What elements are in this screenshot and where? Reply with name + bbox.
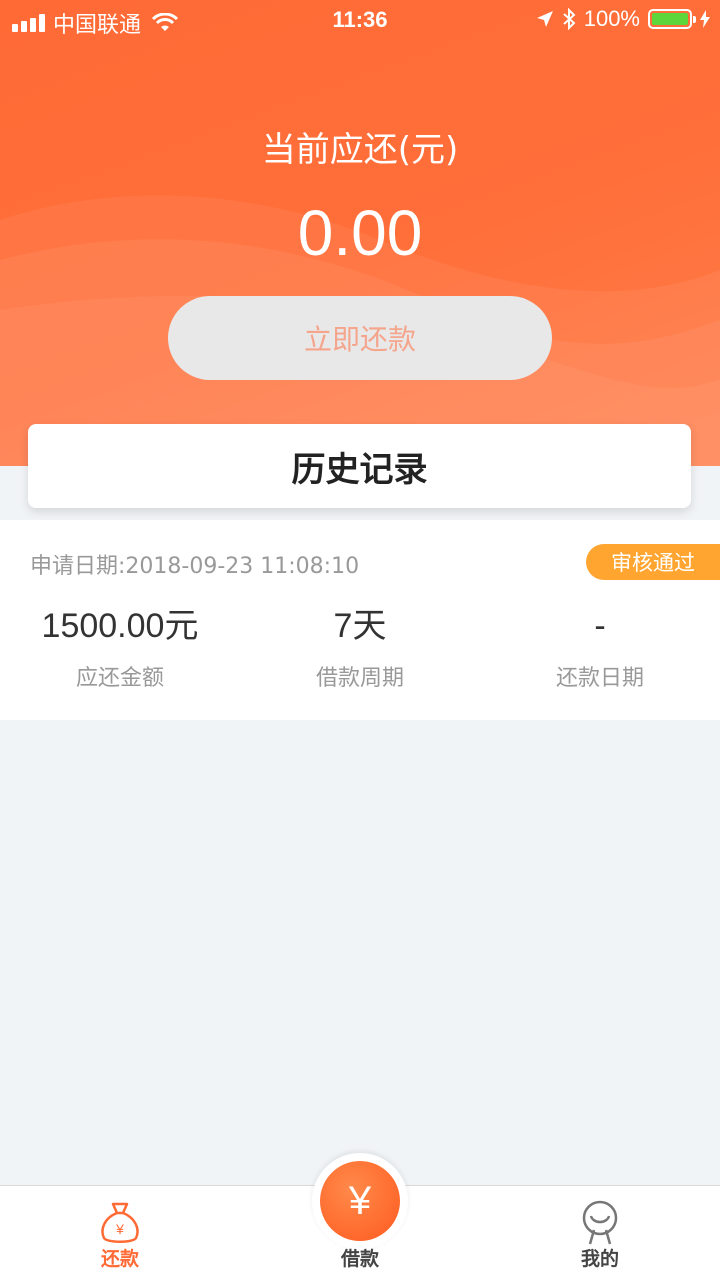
loan-record-card[interactable]: 申请日期:2018-09-23 11:08:10 审核通过 1500.00元 应… — [0, 520, 720, 720]
tab-mine[interactable]: 我的 — [480, 1186, 720, 1280]
stat-period-label: 借款周期 — [315, 666, 404, 691]
due-amount: 0.00 — [297, 197, 423, 269]
status-badge: 审核通过 — [586, 544, 720, 580]
stat-amount-value: 1500.00元 — [41, 607, 199, 645]
tab-repay[interactable]: ¥ 还款 — [0, 1186, 240, 1280]
record-stats: 1500.00元 应还金额 7天 借款周期 - 还款日期 — [0, 604, 720, 692]
charging-icon — [700, 10, 710, 28]
tab-repay-label: 还款 — [100, 1248, 139, 1270]
stat-repay-date: - 还款日期 — [480, 604, 720, 692]
apply-date: 申请日期:2018-09-23 11:08:10 — [30, 554, 360, 579]
battery-icon — [648, 9, 696, 29]
repay-now-button[interactable]: 立即还款 — [168, 296, 552, 380]
money-bag-icon: ¥ — [101, 1202, 139, 1243]
svg-text:¥: ¥ — [115, 1221, 124, 1237]
bluetooth-icon — [563, 8, 576, 30]
stat-period-value: 7天 — [333, 607, 387, 645]
borrow-yen-button[interactable]: ¥ — [320, 1161, 400, 1241]
tab-mine-label: 我的 — [580, 1248, 619, 1270]
stat-repay-date-label: 还款日期 — [555, 666, 644, 691]
stat-repay-date-value: - — [594, 607, 606, 645]
header-banner: 中国联通 11:36 100% 当前应还(元) 0.00 立即还款 — [0, 0, 720, 466]
location-icon — [536, 11, 553, 27]
due-label: 当前应还(元) — [261, 130, 459, 170]
battery-percent: 100% — [583, 6, 640, 31]
stat-period: 7天 借款周期 — [240, 604, 480, 692]
profile-icon — [582, 1200, 618, 1245]
stat-amount-label: 应还金额 — [75, 666, 164, 691]
status-bar: 中国联通 11:36 100% — [0, 0, 720, 40]
history-header: 历史记录 — [28, 424, 691, 508]
stat-amount: 1500.00元 应还金额 — [0, 604, 240, 692]
